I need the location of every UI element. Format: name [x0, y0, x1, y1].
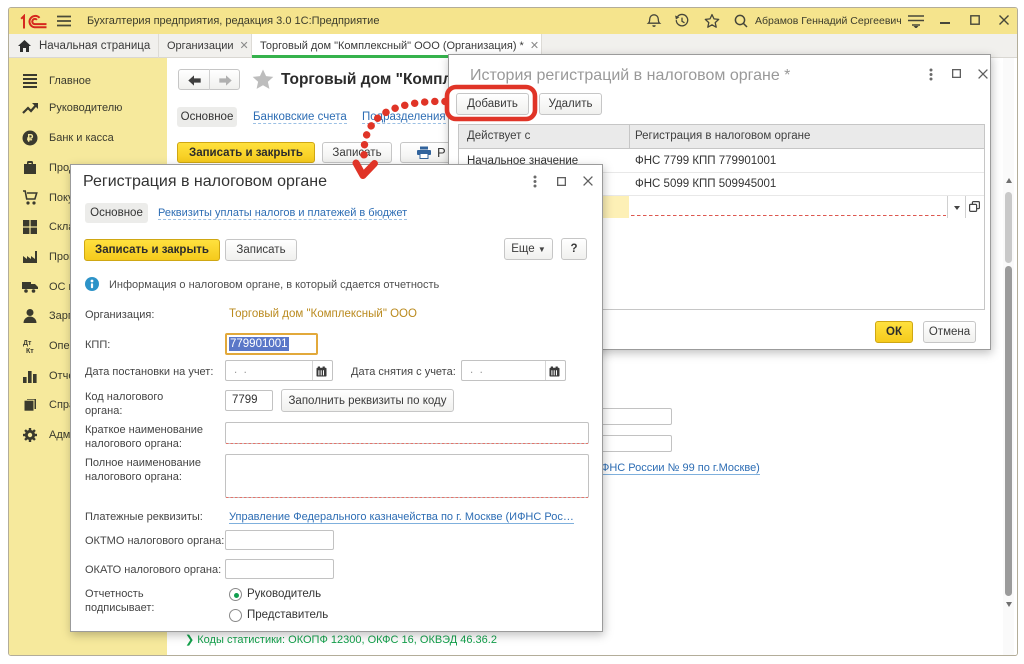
svg-text:₽: ₽	[27, 134, 34, 145]
svg-text:Кт: Кт	[26, 348, 34, 354]
svg-text:Дт: Дт	[23, 340, 32, 347]
